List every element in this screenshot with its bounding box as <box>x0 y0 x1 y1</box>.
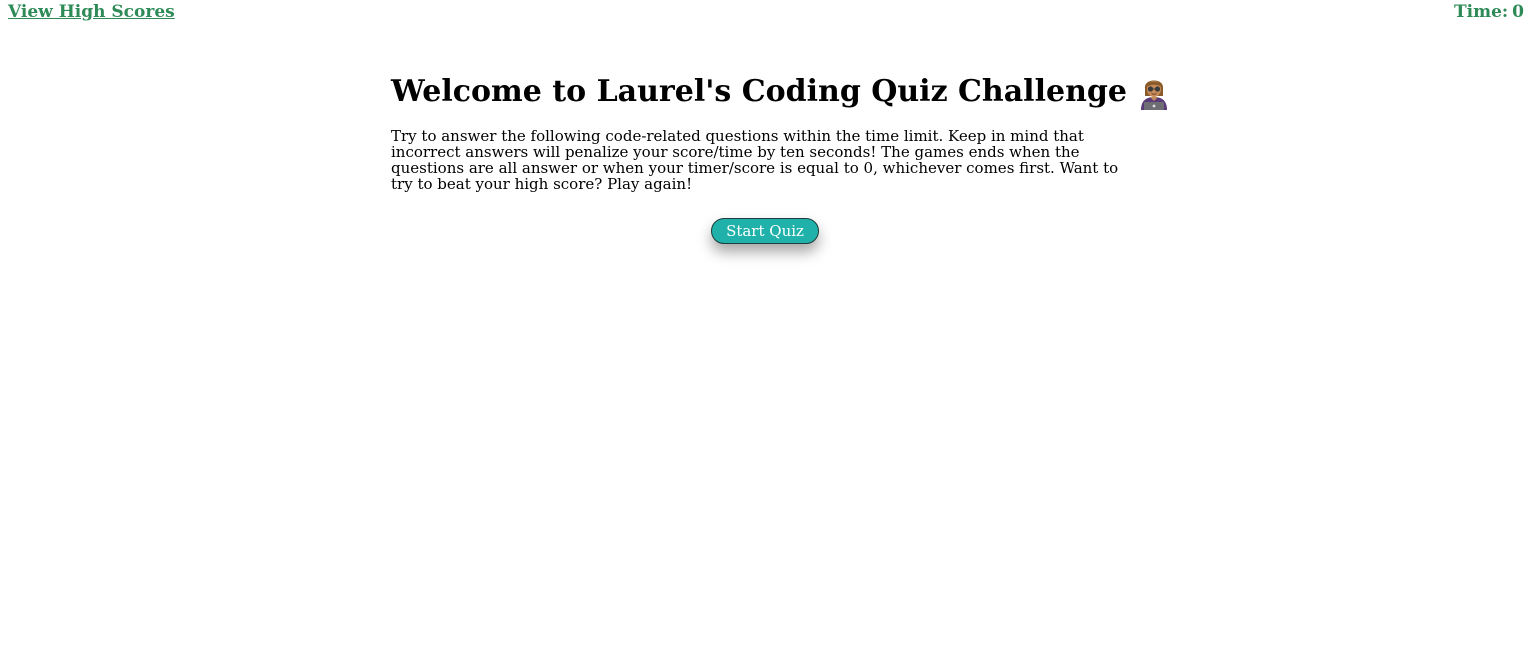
top-bar: View High Scores Time: 0 <box>0 0 1530 28</box>
woman-technologist-icon <box>1138 74 1170 110</box>
view-high-scores-link[interactable]: View High Scores <box>8 2 175 22</box>
title-row: Welcome to Laurel's Coding Quiz Challeng… <box>391 68 1168 114</box>
intro-text: Try to answer the following code-related… <box>391 127 1119 193</box>
timer: Time: 0 <box>1454 2 1524 22</box>
start-row: Start Quiz <box>391 218 1139 244</box>
quiz-intro-section: Welcome to Laurel's Coding Quiz Challeng… <box>391 68 1168 244</box>
start-quiz-button[interactable]: Start Quiz <box>711 218 819 244</box>
timer-value: 0 <box>1512 2 1524 22</box>
timer-label: Time: <box>1453 2 1509 22</box>
page-title: Welcome to Laurel's Coding Quiz Challeng… <box>391 73 1127 109</box>
